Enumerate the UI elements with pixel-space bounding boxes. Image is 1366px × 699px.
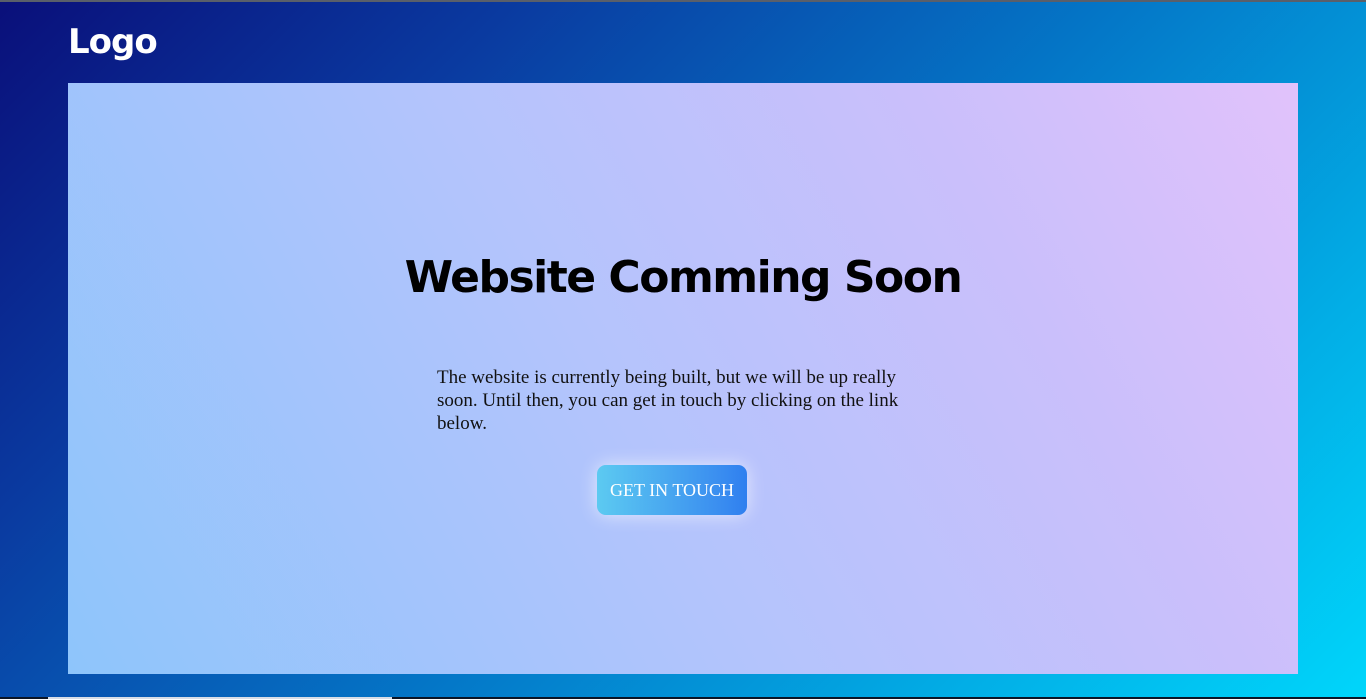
- page-title: Website Comming Soon: [404, 252, 963, 303]
- logo[interactable]: Logo: [68, 20, 158, 64]
- window-top-border: [0, 0, 1366, 2]
- get-in-touch-button[interactable]: GET IN TOUCH: [597, 465, 747, 515]
- intro-message: The website is currently being built, bu…: [437, 367, 899, 434]
- coming-soon-card: Website Comming Soon The website is curr…: [68, 83, 1298, 674]
